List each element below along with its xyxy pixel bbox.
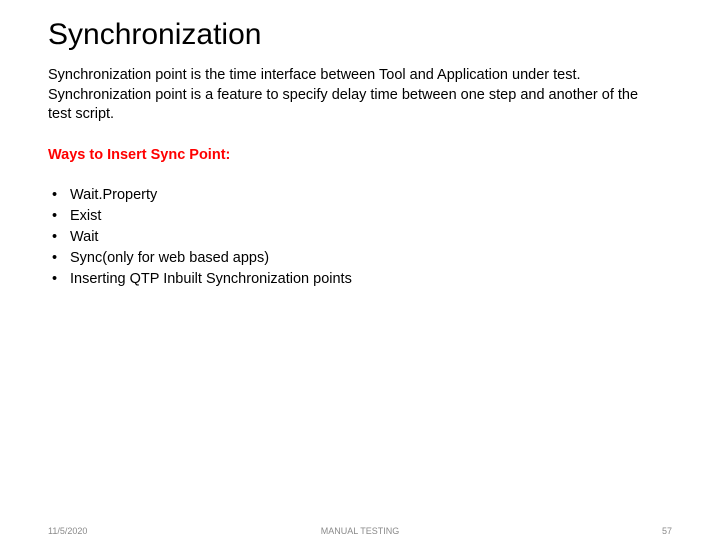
footer-page-number: 57 [662, 526, 672, 536]
subheading: Ways to Insert Sync Point: [48, 147, 672, 163]
slide: Synchronization Synchronization point is… [0, 0, 720, 540]
bullet-list: Wait.Property Exist Wait Sync(only for w… [48, 185, 672, 290]
list-item: Sync(only for web based apps) [48, 248, 672, 269]
list-item: Wait [48, 227, 672, 248]
list-item: Inserting QTP Inbuilt Synchronization po… [48, 269, 672, 290]
body-paragraph: Synchronization point is the time interf… [48, 66, 648, 125]
footer-center: MANUAL TESTING [0, 526, 720, 536]
list-item: Exist [48, 206, 672, 227]
list-item: Wait.Property [48, 185, 672, 206]
slide-title: Synchronization [48, 18, 672, 52]
